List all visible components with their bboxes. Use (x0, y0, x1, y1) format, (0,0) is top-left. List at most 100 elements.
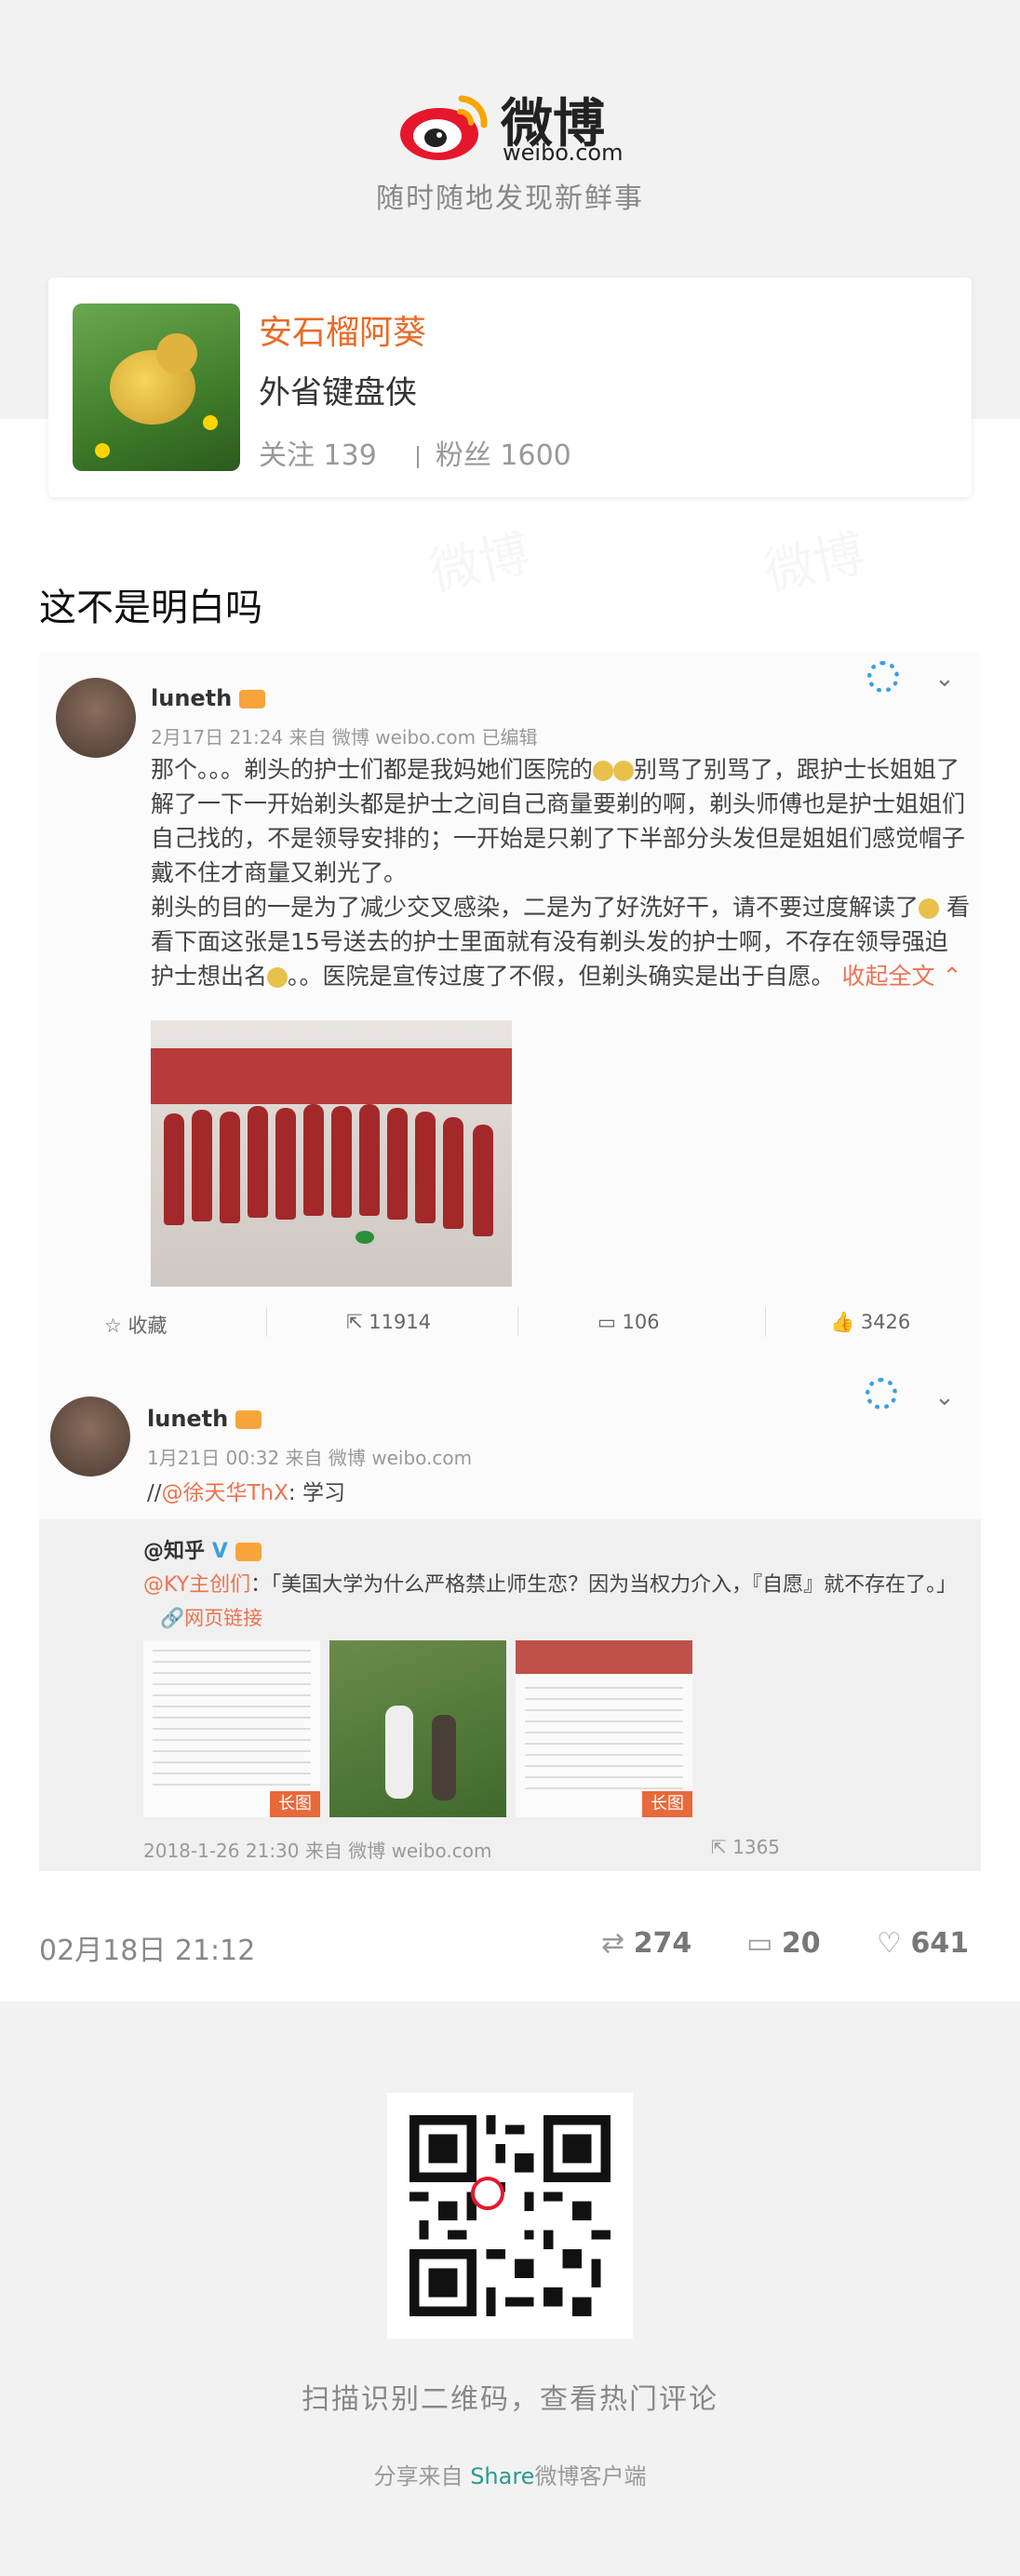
text-lines (153, 1650, 311, 1789)
emoji-icon (267, 967, 289, 988)
comment-icon: ▭ (746, 1927, 773, 1960)
avatar-duckling-head (156, 333, 197, 374)
long-image-tag: 长图 (642, 1791, 692, 1817)
divider (517, 1307, 518, 1337)
repost-author-avatar (50, 1396, 130, 1477)
red-banner (516, 1640, 692, 1674)
photo-person (473, 1125, 493, 1236)
share-app-name[interactable]: Share (470, 2463, 534, 2489)
comment-button[interactable]: ▭ 20 (746, 1927, 821, 1960)
repost-meta: 1月21日 00:32 来自 微博 weibo.com (147, 1447, 473, 1469)
screenshot-body-line: 。。医院是宣传过度了不假，但剃头确实是出于自愿。 (288, 963, 835, 990)
chevron-up-icon: ⌃ (934, 963, 962, 990)
following-count[interactable]: 关注 139 (259, 439, 377, 472)
photo-person (415, 1112, 436, 1223)
quoted-image-longtext: 长图 (516, 1640, 692, 1817)
photo-person (443, 1117, 463, 1229)
web-link: 🔗网页链接 (160, 1603, 262, 1631)
photo-person (331, 1106, 352, 1218)
screenshot-share-count: ⇱ 11914 (346, 1311, 432, 1333)
repost-author-name: luneth (147, 1406, 262, 1432)
repost-mention: @徐天华ThX (161, 1481, 289, 1505)
web-link-text: 网页链接 (184, 1607, 263, 1629)
weibo-logo-icon (471, 2177, 504, 2210)
emoji-icon (593, 761, 614, 781)
photo-person (303, 1104, 324, 1216)
divider (266, 1307, 267, 1337)
repost-button[interactable]: ⇄ 274 (601, 1927, 691, 1960)
followers-count[interactable]: 粉丝 1600 (436, 439, 571, 472)
screenshot-favorite: ☆ 收藏 (104, 1315, 168, 1337)
nurses-group-photo (151, 1020, 512, 1287)
collapse-link: 收起全文 (841, 963, 935, 990)
quoted-post: @知乎 V @KY主创们：「美国大学为什么严格禁止师生恋？因为当权力介入，『自愿… (39, 1519, 981, 1871)
qr-caption: 扫描识别二维码，查看热门评论 (302, 2383, 718, 2416)
like-count: 641 (910, 1927, 970, 1960)
quoted-author: @知乎 V (143, 1534, 262, 1564)
share-prefix: 分享来自 (373, 2463, 471, 2489)
vip-icon (235, 1410, 262, 1429)
photo-red-wall (151, 1048, 512, 1104)
screenshot-author-name: luneth (151, 685, 266, 711)
photo-person (387, 1108, 408, 1220)
photo-person (385, 1706, 413, 1799)
photo-person (248, 1106, 268, 1218)
post-image-screenshot[interactable]: luneth 2月17日 21:24 来自 微博 weibo.com 已编辑 ⌄… (39, 652, 981, 1871)
post-text: 这不是明白吗 (39, 587, 262, 629)
author-profile-card[interactable]: 安石榴阿葵 外省键盘侠 关注 139 粉丝 1600 (48, 277, 972, 497)
verified-icon: V (211, 1540, 228, 1563)
heart-icon: ♡ (877, 1927, 902, 1960)
emoji-icon (613, 761, 635, 781)
screenshot-author-avatar (56, 678, 136, 758)
like-button[interactable]: ♡ 641 (877, 1927, 969, 1960)
repost-icon: ⇄ (601, 1927, 625, 1960)
chevron-down-icon: ⌄ (934, 665, 955, 693)
weibo-share-page: { "brand": { "logo_text": "微博", "logo_su… (0, 0, 1020, 2576)
comment-count-text: 106 (622, 1311, 660, 1333)
badge-icon (867, 661, 899, 693)
link-icon: 🔗 (160, 1607, 185, 1629)
weibo-eye-icon (400, 95, 488, 160)
quoted-share-count: ⇱ 1365 (711, 1836, 781, 1858)
share-source: 分享来自 Share微博客户端 (0, 2458, 1020, 2490)
quoted-share-count-text: 1365 (732, 1836, 781, 1858)
chevron-down-icon: ⌄ (934, 1383, 955, 1411)
stats-divider (417, 445, 420, 468)
quoted-author-text: @知乎 (143, 1540, 206, 1563)
comment-count: 20 (781, 1927, 821, 1960)
post-footer: 02月18日 21:12 ⇄ 274 ▭ 20 ♡ 641 (39, 1920, 981, 1967)
photo-person (359, 1104, 380, 1216)
qr-pattern (409, 2115, 611, 2316)
photo-person (432, 1715, 456, 1801)
screenshot-meta: 2月17日 21:24 来自 微博 weibo.com 已编辑 (151, 726, 538, 749)
divider (765, 1307, 766, 1337)
author-description: 外省键盘侠 (259, 374, 417, 411)
screenshot-author-name-text: luneth (151, 685, 233, 711)
screenshot-like-count: 👍 3426 (830, 1311, 911, 1333)
vip-icon (235, 1543, 262, 1561)
photo-person (192, 1110, 212, 1221)
screenshot-body-line: 那个。。。剃头的护士们都是我妈她们医院的 (151, 756, 594, 783)
share-suffix: 微博客户端 (534, 2463, 647, 2489)
share-count-text: 11914 (369, 1311, 432, 1333)
photo-person (164, 1113, 184, 1225)
repost-count: 274 (633, 1927, 692, 1960)
emoji-icon (919, 898, 940, 919)
avatar[interactable] (73, 303, 240, 471)
screenshot-action-bar: ☆ 收藏 ⇱ 11914 ▭ 106 👍 3426 (39, 1303, 981, 1341)
avatar-flower (203, 415, 218, 430)
quoted-body: ：「美国大学为什么严格禁止师生恋？因为当权力介入，『自愿』就不存在了。」 (250, 1573, 958, 1597)
photo-floor-mark (356, 1231, 374, 1244)
author-name[interactable]: 安石榴阿葵 (259, 305, 426, 354)
screenshot-body: 那个。。。剃头的护士们都是我妈她们医院的 别骂了别骂了，跟护士长姐姐了解了一下一开… (151, 752, 970, 993)
tagline: 随时随地发现新鲜事 (376, 182, 644, 215)
like-count-text: 3426 (860, 1311, 911, 1333)
quoted-image-couple (329, 1640, 506, 1817)
author-stats: 关注 139 粉丝 1600 (259, 432, 579, 473)
screenshot-body-line: 剃头的目的一是为了减少交叉感染，二是为了好洗好干，请不要过度解读了 (151, 894, 919, 921)
quoted-time: 2018-1-26 21:30 来自 微博 weibo.com (143, 1840, 492, 1862)
quoted-text: @KY主创们：「美国大学为什么严格禁止师生恋？因为当权力介入，『自愿』就不存在了… (143, 1570, 962, 1601)
qr-code (387, 2093, 633, 2339)
long-image-tag: 长图 (270, 1791, 320, 1817)
photo-person (220, 1112, 240, 1223)
